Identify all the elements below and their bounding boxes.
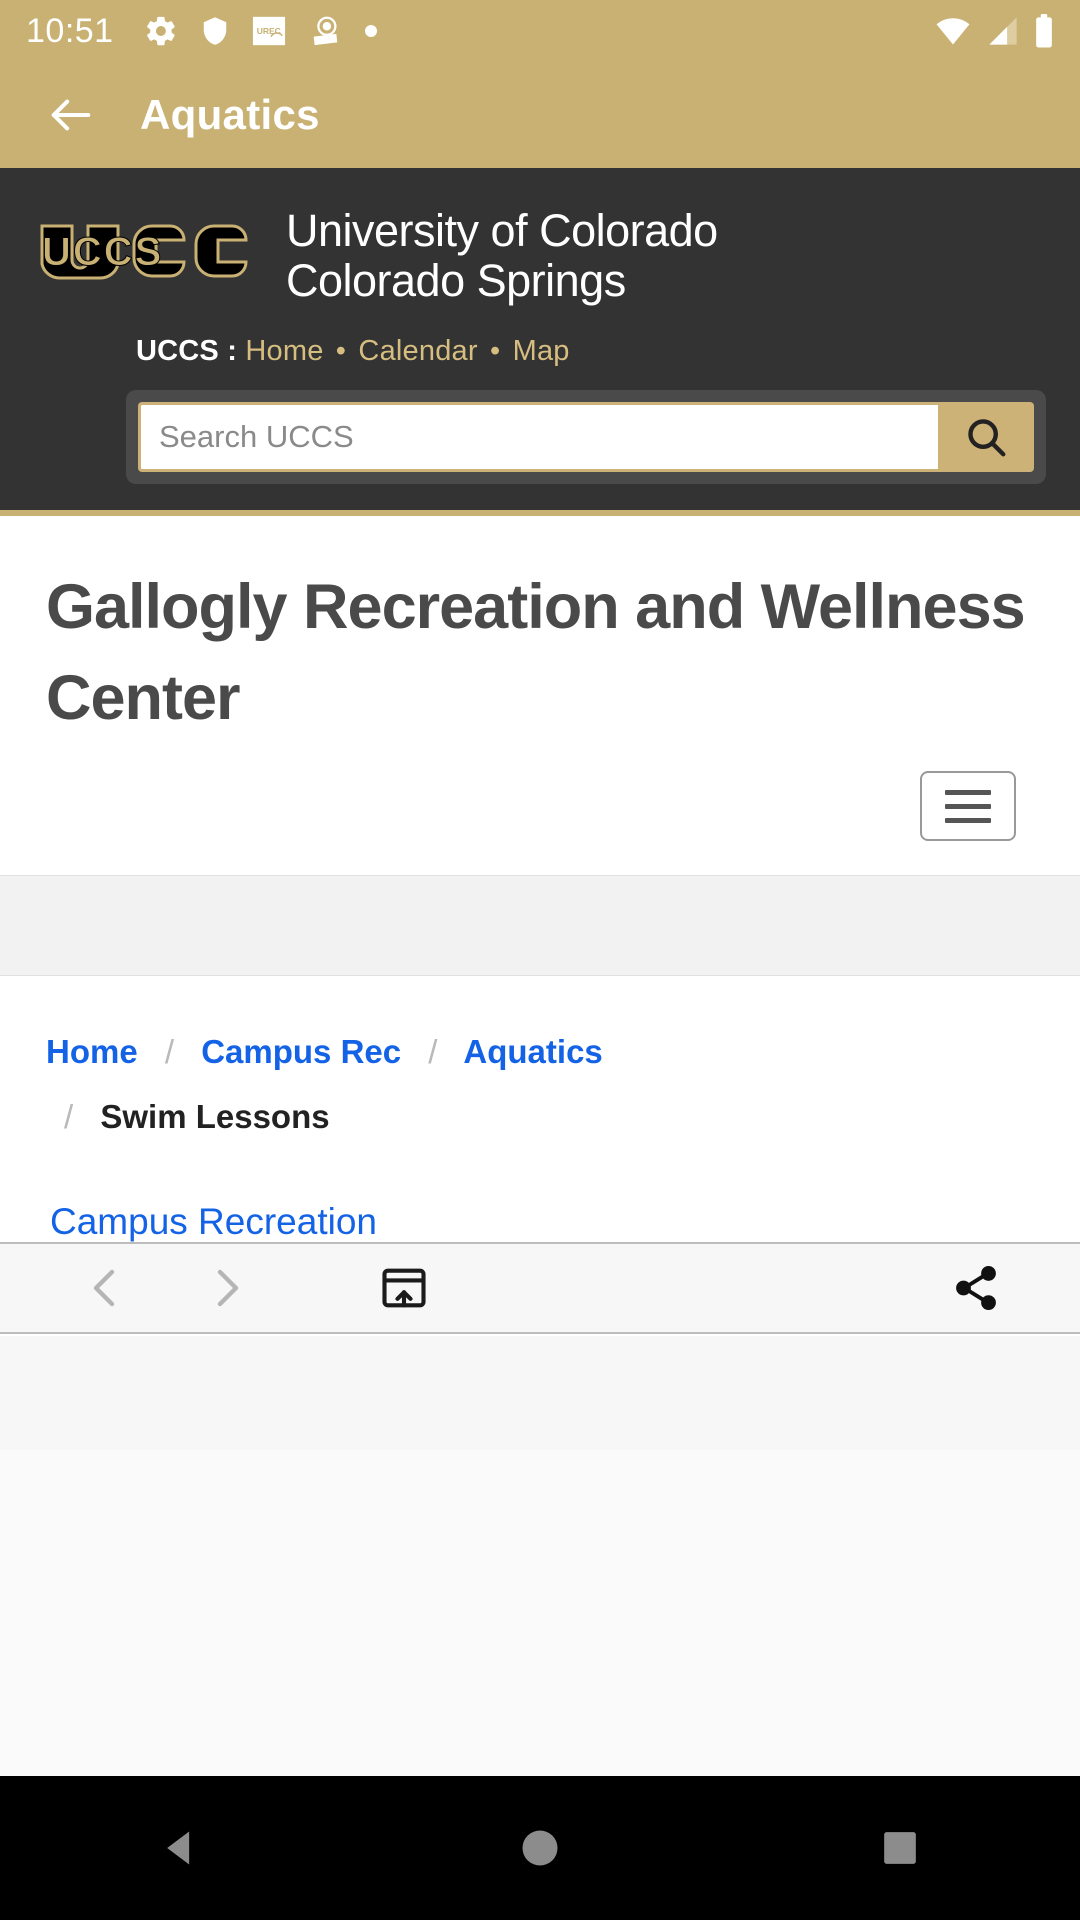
breadcrumb-item-current: Swim Lessons — [100, 1097, 330, 1135]
status-system-icons — [934, 14, 1054, 48]
brand-name: University of Colorado Colorado Springs — [286, 205, 718, 307]
square-recents-icon — [884, 1832, 916, 1864]
page-bottom-strip — [0, 1450, 1080, 1776]
hamburger-menu-icon[interactable] — [920, 771, 1016, 842]
circle-home-icon — [522, 1830, 558, 1866]
status-notification-icons: UREC — [144, 14, 378, 48]
nav-back-button[interactable] — [80, 1776, 280, 1920]
breadcrumb-separator: / — [64, 1097, 74, 1135]
breadcrumb-separator: / — [428, 1033, 438, 1071]
browser-back-button[interactable] — [46, 1264, 166, 1312]
utility-nav-calendar[interactable]: Calendar — [358, 335, 477, 367]
hamburger-bar — [945, 803, 991, 809]
android-nav-bar — [0, 1776, 1080, 1920]
menu-toggle-row — [0, 743, 1080, 875]
battery-icon — [1036, 14, 1052, 48]
arrow-left-icon[interactable] — [42, 92, 100, 138]
breadcrumb: Home / Campus Rec / Aquatics / Swim Less… — [0, 976, 1080, 1149]
browser-forward-button[interactable] — [166, 1264, 286, 1312]
breadcrumb-item-home[interactable]: Home — [46, 1033, 138, 1070]
search-button[interactable] — [938, 401, 1034, 472]
urec-app-icon: UREC — [252, 16, 285, 46]
wifi-icon — [936, 18, 970, 45]
browser-open-in-browser-button[interactable] — [344, 1262, 464, 1314]
hamburger-bar — [945, 789, 991, 795]
utility-nav-separator: • — [489, 334, 501, 367]
open-in-browser-icon — [382, 1268, 426, 1308]
breadcrumb-item-aquatics[interactable]: Aquatics — [463, 1033, 602, 1070]
svg-text:UREC: UREC — [256, 26, 280, 36]
search-input[interactable] — [138, 401, 938, 472]
utility-nav-separator: • — [335, 334, 347, 367]
cell-signal-icon — [989, 17, 1017, 45]
hamburger-bar — [945, 817, 991, 823]
chevron-right-icon — [217, 1269, 239, 1307]
badge-app-icon — [313, 16, 337, 46]
main-content: Gallogly Recreation and Wellness Center … — [0, 516, 1080, 1243]
brand-line-2: Colorado Springs — [286, 255, 626, 307]
nav-home-button[interactable] — [440, 1776, 640, 1920]
app-bar: Aquatics — [0, 62, 1080, 168]
utility-nav: UCCS : Home • Calendar • Map — [0, 307, 1080, 368]
nav-recents-button[interactable] — [800, 1776, 1000, 1920]
utility-nav-map[interactable]: Map — [513, 335, 570, 367]
section-link-row: Campus Recreation — [0, 1149, 1080, 1243]
dot-indicator-icon — [364, 25, 377, 37]
content-divider-band — [0, 875, 1080, 977]
status-bar: 10:51 UREC — [0, 0, 1080, 62]
brand-row: UCCS University of Colorado Colorado Spr… — [0, 205, 1080, 307]
brand-line-1: University of Colorado — [286, 205, 718, 256]
browser-share-button[interactable] — [916, 1263, 1036, 1313]
shield-icon — [203, 17, 226, 45]
triangle-back-icon — [167, 1831, 190, 1865]
gear-icon — [146, 16, 175, 46]
utility-nav-home[interactable]: Home — [245, 335, 323, 367]
browser-toolbar — [0, 1242, 1080, 1334]
share-icon — [956, 1266, 996, 1310]
breadcrumb-item-campus-rec[interactable]: Campus Rec — [201, 1033, 401, 1070]
content-heading: Gallogly Recreation and Wellness Center — [46, 571, 1026, 733]
chevron-left-icon — [93, 1269, 115, 1307]
utility-nav-label: UCCS : — [136, 334, 238, 367]
browser-content-area — [0, 1336, 1080, 1450]
breadcrumb-separator: / — [164, 1033, 175, 1071]
search-icon — [968, 419, 1006, 457]
status-clock: 10:51 — [26, 11, 114, 50]
link-campus-recreation[interactable]: Campus Recreation — [50, 1201, 377, 1242]
site-header: UCCS University of Colorado Colorado Spr… — [0, 168, 1080, 516]
search-bar — [126, 389, 1046, 484]
uccs-logo[interactable]: UCCS — [34, 220, 254, 282]
page-title: Aquatics — [140, 91, 320, 138]
svg-text:UCCS: UCCS — [42, 230, 163, 274]
